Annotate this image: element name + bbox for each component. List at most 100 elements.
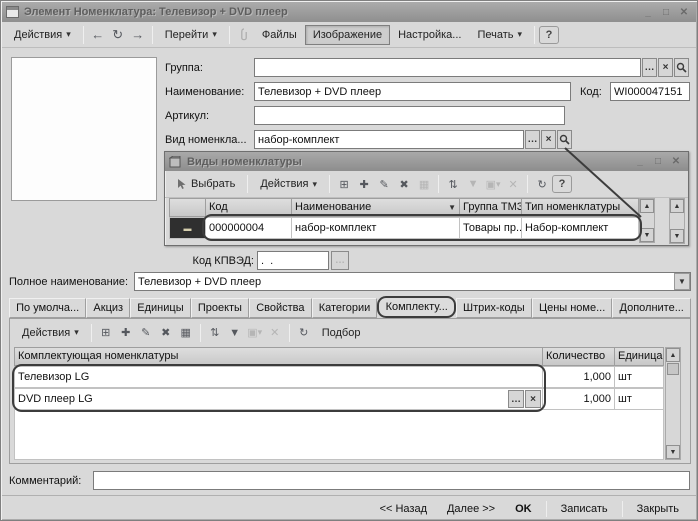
kind-select-button[interactable]: … [525,130,540,149]
component-row-qty[interactable]: 1,000 [542,366,615,388]
select-button[interactable]: Выбрать [168,174,243,194]
scrollbar-thumb[interactable] [667,363,679,375]
fullname-dropdown-icon[interactable]: ▼ [674,273,690,290]
tab-default[interactable]: По умолча... [9,298,86,318]
sort-icon[interactable]: ⇅ [443,174,463,194]
insert-icon[interactable]: ✚ [116,323,136,343]
group-magnifier-icon[interactable] [674,58,689,77]
popup-table-scrollbar[interactable]: ▲ ▼ [639,198,655,243]
popup-cell-type[interactable]: Набор-комплект [521,217,639,239]
scroll-down-icon[interactable]: ▼ [640,228,654,242]
close-icon[interactable]: ✕ [676,5,692,19]
help-button[interactable]: ? [539,26,559,44]
popup-window-scrollbar[interactable]: ▲ ▼ [669,198,685,244]
popup-cell-name[interactable]: набор-комплект [291,217,460,239]
tab-additional[interactable]: Дополните... [612,298,691,318]
component-row-qty[interactable]: 1,000 [542,388,615,410]
cell-clear-icon[interactable]: × [525,390,541,408]
component-row-unit[interactable]: шт [614,366,664,388]
previous-item-icon[interactable]: ← [88,25,108,45]
print-button[interactable]: Печать ▾ [469,25,530,45]
cell-select-button[interactable]: … [508,390,524,408]
popup-col-name[interactable]: Наименование ▼ [291,198,460,217]
pick-button[interactable]: Подбор [314,323,369,343]
scroll-down-icon[interactable]: ▼ [670,229,684,243]
component-row-name[interactable]: DVD плеер LG … × [14,388,543,410]
write-icon[interactable]: ▦ [176,323,196,343]
popup-col-code[interactable]: Код [205,198,292,217]
tab-projects[interactable]: Проекты [191,298,249,318]
mark-delete-icon[interactable]: ✖ [394,174,414,194]
image-button[interactable]: Изображение [305,25,390,45]
components-actions-button[interactable]: Действия ▾ [14,323,87,343]
files-button[interactable]: Файлы [254,25,305,45]
settings-button[interactable]: Настройка... [390,25,469,45]
refresh-icon[interactable]: ↻ [532,174,552,194]
components-col-unit[interactable]: Единица [614,347,664,366]
tab-categories[interactable]: Категории [312,298,378,318]
components-col-qty[interactable]: Количество [542,347,615,366]
close-button[interactable]: Закрыть [628,499,688,519]
scroll-up-icon[interactable]: ▲ [666,348,680,362]
code-input[interactable] [610,82,690,101]
maximize-icon[interactable]: □ [658,5,674,19]
reread-icon[interactable]: ↻ [108,25,128,45]
insert-icon[interactable]: ✚ [354,174,374,194]
scroll-up-icon[interactable]: ▲ [640,199,654,213]
kpved-input[interactable] [257,251,329,270]
kind-input[interactable] [254,130,524,149]
add-icon[interactable]: ⊞ [334,174,354,194]
kind-magnifier-icon[interactable] [557,130,572,149]
components-table-scrollbar[interactable]: ▲ ▼ [665,347,681,460]
clear-filter-icon[interactable]: ✕ [503,174,523,194]
edit-icon[interactable]: ✎ [374,174,394,194]
component-row-unit[interactable]: шт [614,388,664,410]
tab-barcodes[interactable]: Штрих-коды [456,298,532,318]
group-input[interactable] [254,58,641,77]
fullname-input[interactable] [134,272,691,291]
popup-maximize-icon[interactable]: □ [650,155,666,169]
kpved-select-button[interactable]: … [331,251,349,270]
popup-actions-button[interactable]: Действия ▾ [252,174,325,194]
components-col-name[interactable]: Комплектующая номенклатуры [14,347,543,366]
item-picture-box[interactable] [11,57,157,201]
next-item-icon[interactable]: → [128,25,148,45]
minimize-icon[interactable]: _ [640,5,656,19]
comment-input[interactable] [93,471,690,490]
popup-col-group[interactable]: Группа ТМЗ [459,198,522,217]
ok-button[interactable]: OK [506,499,541,519]
filter-icon[interactable]: ▼ [225,323,245,343]
copy-icon[interactable]: ▣▾ [483,174,503,194]
add-icon[interactable]: ⊞ [96,323,116,343]
actions-button[interactable]: Действия ▾ [6,25,79,45]
save-button[interactable]: Записать [552,499,617,519]
delete-icon[interactable]: ✖ [156,323,176,343]
tab-properties[interactable]: Свойства [249,298,312,318]
sort-icon[interactable]: ⇅ [205,323,225,343]
group-clear-icon[interactable]: × [658,58,673,77]
popup-col-type[interactable]: Тип номенклатуры [521,198,639,217]
back-button[interactable]: << Назад [371,499,436,519]
copy-icon[interactable]: ▣▾ [245,323,265,343]
component-row-name[interactable]: Телевизор LG [14,366,543,388]
refresh-icon[interactable]: ↻ [294,323,314,343]
tab-components[interactable]: Комплекту... [377,296,455,318]
write-icon[interactable]: ▦ [414,174,434,194]
popup-close-icon[interactable]: ✕ [668,155,684,169]
scroll-down-icon[interactable]: ▼ [666,445,680,459]
name-input[interactable] [254,82,571,101]
article-input[interactable] [254,106,565,125]
popup-cell-code[interactable]: 000000004 [205,217,292,239]
tab-units[interactable]: Единицы [130,298,191,318]
tab-excise[interactable]: Акциз [86,298,130,318]
tab-prices[interactable]: Цены номе... [532,298,613,318]
next-button[interactable]: Далее >> [438,499,504,519]
popup-help-button[interactable]: ? [552,175,572,193]
kind-clear-icon[interactable]: × [541,130,556,149]
scroll-up-icon[interactable]: ▲ [670,199,684,213]
go-button[interactable]: Перейти ▾ [157,25,225,45]
clear-filter-icon[interactable]: ✕ [265,323,285,343]
popup-minimize-icon[interactable]: _ [632,155,648,169]
row-marker-icon[interactable]: ▬ [169,217,206,239]
edit-icon[interactable]: ✎ [136,323,156,343]
